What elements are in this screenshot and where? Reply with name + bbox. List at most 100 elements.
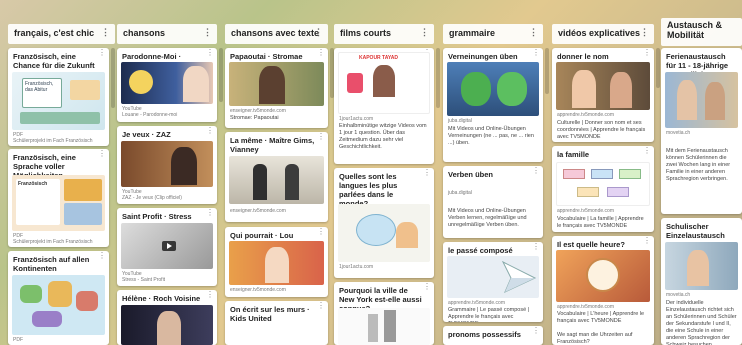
post-description: Einhalbminütige witzige Videos vom 1 jou… [339, 123, 427, 150]
post-card[interactable]: ⋮ Hélène · Roch Voisine [117, 290, 217, 345]
post-card[interactable]: ⋮ Papaoutai · Stromae enseigner.tv5monde… [225, 48, 328, 128]
column-menu-icon[interactable]: ⋮ [529, 27, 538, 38]
post-thumbnail [447, 62, 539, 116]
column-scrollbar[interactable] [656, 48, 660, 88]
post-card[interactable]: ⋮ Verben üben juba.digital Mit Videos un… [443, 166, 543, 238]
column-scrollbar[interactable] [111, 48, 115, 108]
post-thumbnail [229, 241, 324, 285]
post-thumbnail [121, 223, 213, 269]
post-card[interactable]: ⋮ On écrit sur les murs · Kids United [225, 301, 328, 345]
post-thumbnail [121, 141, 213, 187]
thumbnail-graphic [183, 66, 209, 102]
thumbnail-caption: Französisch [16, 179, 60, 225]
post-source: apprendre.tv5monde.com [557, 112, 614, 118]
post-card[interactable]: ⋮ Parodonne-Moi · Louane YouTube Louane … [117, 48, 217, 122]
post-menu-icon[interactable]: ⋮ [643, 147, 651, 155]
post-card[interactable]: ⋮ donner le nom apprendre.tv5monde.com C… [552, 48, 654, 142]
post-menu-icon[interactable]: ⋮ [532, 327, 540, 335]
thumbnail-graphic [373, 65, 395, 97]
post-menu-icon[interactable]: ⋮ [206, 291, 214, 299]
post-card[interactable]: ⋮ Französisch, eine Chance für die Zukun… [8, 48, 109, 146]
column-scrollbar[interactable] [219, 48, 223, 102]
thumbnail-graphic [265, 247, 289, 283]
play-icon[interactable] [162, 241, 176, 251]
post-card[interactable]: ⋮ le passé composé apprendre.tv5monde.co… [443, 242, 543, 322]
column-header[interactable]: chansons ⋮ [117, 24, 217, 44]
thumbnail-graphic [70, 80, 100, 100]
post-card[interactable]: Ferienaustausch für 11 - 18-jährige Juge… [661, 48, 742, 214]
post-thumbnail [12, 275, 105, 335]
post-menu-icon[interactable]: ⋮ [206, 49, 214, 57]
post-card[interactable]: ⋮ Il est quelle heure? apprendre.tv5mond… [552, 236, 654, 345]
post-source: 1jour1actu.com [339, 264, 374, 270]
post-card[interactable]: Schulischer Einzelaustausch movetia.ch D… [661, 218, 742, 345]
post-description: Grammaire | Le passé composé | Apprendre… [448, 307, 530, 322]
padlet-board: français, c'est chic ⋮ chansons ⋮ chanso… [0, 0, 742, 345]
post-menu-icon[interactable]: ⋮ [317, 302, 325, 310]
post-card[interactable]: ⋮ Qui pourrait · Lou enseigner.tv5monde.… [225, 227, 328, 297]
post-card[interactable]: ⋮ KAPOUR TAYAD 1jour1actu.com Einhalbmin… [334, 48, 434, 164]
post-description: Mit Videos und Online-Übungen Verben ler… [448, 208, 527, 228]
post-title: Französisch, eine Chance für die Zukunft [13, 52, 95, 70]
post-title: le passé composé [448, 246, 513, 255]
post-menu-icon[interactable]: ⋮ [423, 169, 431, 177]
post-title: Papaoutai · Stromae [230, 52, 303, 61]
post-title: La même · Maître Gims, Vianney [230, 136, 315, 154]
column-header[interactable]: films courts ⋮ [334, 24, 434, 44]
post-card[interactable]: ⋮ Französisch auf allen Kontinenten PDF [8, 251, 109, 345]
post-menu-icon[interactable]: ⋮ [532, 167, 540, 175]
column-menu-icon[interactable]: ⋮ [203, 27, 212, 38]
post-title: donner le nom [557, 52, 609, 61]
post-menu-icon[interactable]: ⋮ [423, 283, 431, 291]
column-header[interactable]: français, c'est chic ⋮ [8, 24, 115, 44]
post-card[interactable]: ⋮ La même · Maître Gims, Vianney enseign… [225, 132, 328, 222]
post-thumbnail: KAPOUR TAYAD [338, 52, 430, 114]
thumbnail-graphic [610, 72, 632, 108]
post-menu-icon[interactable]: ⋮ [317, 228, 325, 236]
column-header[interactable]: vidéos explicatives ⋮ [552, 24, 654, 44]
post-card[interactable]: ⋮ Verneinungen üben juba.digital Mit Vid… [443, 48, 543, 162]
post-title: pronoms possessifs [448, 330, 521, 339]
post-card[interactable]: ⋮ Französisch, eine Sprache voller Mögli… [8, 149, 109, 247]
column-header[interactable]: grammaire ⋮ [443, 24, 543, 44]
post-menu-icon[interactable]: ⋮ [532, 49, 540, 57]
thumbnail-graphic [171, 147, 197, 185]
post-card[interactable]: ⋮ Saint Profit · Stress YouTube Stress -… [117, 208, 217, 286]
thumbnail-graphic [607, 187, 629, 197]
post-menu-icon[interactable]: ⋮ [532, 243, 540, 251]
post-menu-icon[interactable]: ⋮ [98, 252, 106, 260]
post-source: 1jour1actu.com [339, 116, 374, 122]
column-menu-icon[interactable]: ⋮ [640, 27, 649, 38]
column-menu-icon[interactable]: ⋮ [420, 27, 429, 38]
post-description: Mit Videos und Online-Übungen Verneinung… [448, 126, 534, 146]
post-menu-icon[interactable]: ⋮ [643, 49, 651, 57]
post-description: Der individuelle Einzelaustausch richtet… [666, 300, 737, 345]
post-source: PDF [13, 337, 23, 343]
post-card[interactable]: ⋮ Pourquoi la ville de New York est-elle… [334, 282, 434, 345]
thumbnail-graphic [32, 311, 62, 327]
column-header[interactable]: Austausch & Mobilität [661, 18, 742, 46]
post-card[interactable]: ⋮ Je veux · ZAZ YouTube ZAZ - Je veux (C… [117, 126, 217, 204]
post-card[interactable]: ⋮ Quelles sont les langues les plus parl… [334, 168, 434, 278]
column-scrollbar[interactable] [545, 48, 549, 94]
column-menu-icon[interactable]: ⋮ [101, 27, 110, 38]
column-title: vidéos explicatives [558, 28, 641, 38]
post-menu-icon[interactable]: ⋮ [643, 237, 651, 245]
column-scrollbar[interactable] [436, 48, 440, 108]
post-thumbnail [447, 256, 539, 298]
post-menu-icon[interactable]: ⋮ [206, 209, 214, 217]
thumbnail-graphic [356, 214, 396, 246]
post-menu-icon[interactable]: ⋮ [317, 49, 325, 57]
post-menu-icon[interactable]: ⋮ [98, 49, 106, 57]
column-menu-icon[interactable]: ⋮ [314, 27, 323, 38]
post-card[interactable]: ⋮ pronoms possessifs [443, 326, 543, 345]
column-header[interactable]: chansons avec texte ⋮ [225, 24, 328, 44]
post-card[interactable]: ⋮ la famille apprendre.tv5monde.com Voca… [552, 146, 654, 232]
paper-plane-icon [501, 260, 537, 294]
post-menu-icon[interactable]: ⋮ [206, 127, 214, 135]
column-title: chansons avec texte [231, 28, 320, 38]
post-menu-icon[interactable]: ⋮ [317, 133, 325, 141]
post-title: Schulischer Einzelaustausch [666, 222, 725, 240]
post-menu-icon[interactable]: ⋮ [98, 150, 106, 158]
post-extra-text: We sagt man die Uhrzeiten auf Französisc… [557, 332, 633, 345]
